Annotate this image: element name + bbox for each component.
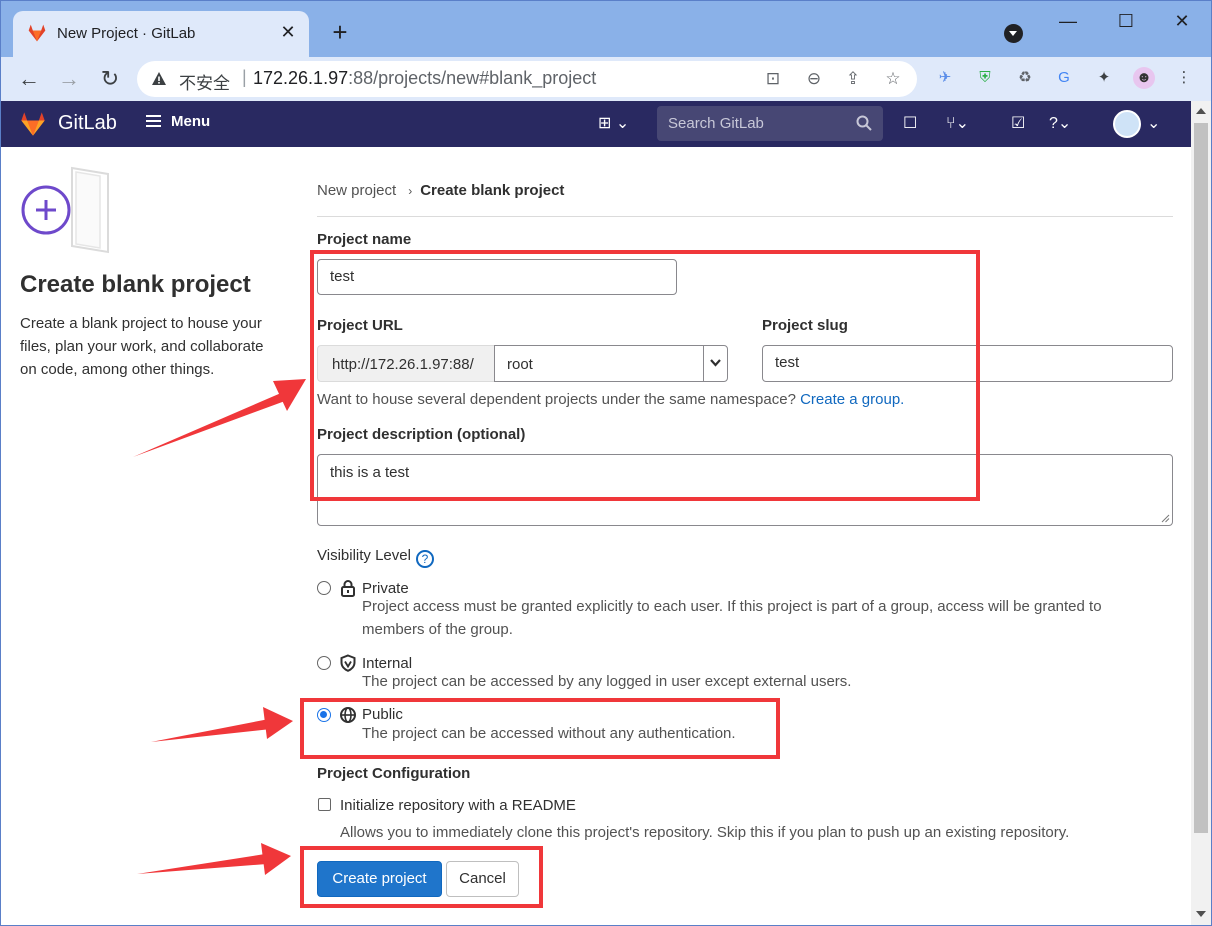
readme-label[interactable]: Initialize repository with a README [340,797,576,814]
omnibox-separator: | [242,67,247,87]
back-icon[interactable]: ← [15,65,43,93]
menu-button[interactable]: Menu [146,113,210,130]
tab-strip: New Project · GitLab ✕ + — ☐ ✕ [1,1,1211,57]
scroll-up-icon[interactable] [1196,108,1206,114]
visibility-internal-radio[interactable] [317,656,331,670]
breadcrumb-chevron-icon: › [408,184,413,198]
page-title: Create blank project [20,271,251,298]
help-dropdown-icon[interactable]: ?⌄ [1049,113,1071,135]
annotation-arrow-3 [137,843,291,875]
shield-icon [340,654,356,672]
annotation-box-buttons [300,846,543,908]
extension-recycle-icon[interactable]: ♻ [1014,67,1036,89]
warning-icon [152,72,166,85]
search-input[interactable]: Search GitLab [657,106,883,141]
menu-label: Menu [171,113,211,130]
user-avatar[interactable] [1113,110,1141,138]
visibility-internal-description: The project can be accessed by any logge… [362,673,852,690]
breadcrumb-new-project[interactable]: New project [317,182,396,199]
question-circle-icon[interactable]: ? [415,550,434,568]
tab-title: New Project · GitLab [57,25,196,42]
extension-shield-icon[interactable]: ⛨ [974,67,996,89]
translate-icon[interactable]: ⊡ [763,69,783,89]
breadcrumb: New project › Create blank project [317,182,564,199]
zoom-icon[interactable]: ⊖ [804,69,824,89]
insecure-label: 不安全 [179,74,230,93]
readme-checkbox[interactable] [318,798,331,811]
url-path: :88/projects/new#blank_project [348,68,597,88]
scroll-thumb[interactable] [1194,123,1208,833]
hamburger-icon [146,115,161,127]
new-tab-icon[interactable]: + [327,19,353,45]
page-scrollbar[interactable] [1191,101,1211,925]
breadcrumb-current[interactable]: Create blank project [420,182,564,199]
blank-project-illustration-icon [21,166,109,254]
issues-icon[interactable]: ☐ [903,113,917,135]
todos-icon[interactable]: ☑ [1011,113,1025,135]
project-name-label: Project name [317,231,412,248]
search-icon [856,115,872,131]
annotation-arrow-2 [151,707,293,742]
tab-search-icon[interactable] [1004,24,1023,43]
page-description: Create a blank project to house your fil… [20,315,264,378]
bookmark-star-icon[interactable]: ☆ [883,69,903,89]
visibility-level-heading: Visibility Level? [317,547,434,568]
extensions-puzzle-icon[interactable]: ✦ [1093,67,1115,89]
profile-avatar-icon[interactable]: ☻ [1133,67,1155,89]
scroll-down-icon[interactable] [1196,911,1206,917]
merge-requests-icon[interactable]: ⑂⌄ [946,113,969,135]
share-icon[interactable]: ⇪ [843,69,863,89]
address-bar[interactable]: 不安全 | 172.26.1.97:88/projects/new#blank_… [137,61,917,97]
project-configuration-label: Project Configuration [317,765,471,782]
lock-icon [341,580,355,597]
annotation-box-fields [310,250,980,501]
maximize-icon[interactable]: ☐ [1111,11,1141,31]
close-window-icon[interactable]: ✕ [1167,11,1197,31]
reload-icon[interactable]: ↻ [96,65,124,93]
resize-handle-icon[interactable] [1161,514,1170,523]
gitlab-logo-icon[interactable] [19,110,47,138]
browser-window: New Project · GitLab ✕ + — ☐ ✕ ← → ↻ 不安全… [0,0,1212,926]
chevron-down-icon[interactable]: ⌄ [1147,113,1160,135]
visibility-private-radio[interactable] [317,581,331,595]
gitlab-brand[interactable]: GitLab [58,112,117,135]
gitlab-favicon-icon [28,24,46,42]
browser-toolbar: ← → ↻ 不安全 | 172.26.1.97:88/projects/new#… [1,57,1211,101]
tab-close-icon[interactable]: ✕ [277,21,299,43]
browser-menu-icon[interactable]: ⋮ [1173,67,1195,89]
minimize-icon[interactable]: — [1053,11,1083,31]
annotation-box-public [300,698,780,759]
new-item-dropdown-icon[interactable]: ⊞ ⌄ [598,113,629,135]
annotation-arrow-1 [133,379,306,457]
visibility-label: Visibility Level [317,547,411,564]
divider [317,216,1173,217]
search-placeholder: Search GitLab [668,115,764,132]
url-host: 172.26.1.97 [253,68,349,88]
readme-help-text: Allows you to immediately clone this pro… [340,824,1070,841]
url-text: 172.26.1.97:88/projects/new#blank_projec… [253,68,596,89]
browser-tab[interactable]: New Project · GitLab ✕ [13,11,309,57]
extension-bird-icon[interactable]: ✈ [934,67,956,89]
visibility-private-description: Project access must be granted explicitl… [362,598,1102,638]
extension-translate-icon[interactable]: G [1053,67,1075,89]
forward-icon[interactable]: → [55,65,83,93]
gitlab-navbar: GitLab Menu ⊞ ⌄ Search GitLab ☐ ⑂⌄ ☑ ?⌄ … [1,101,1191,147]
